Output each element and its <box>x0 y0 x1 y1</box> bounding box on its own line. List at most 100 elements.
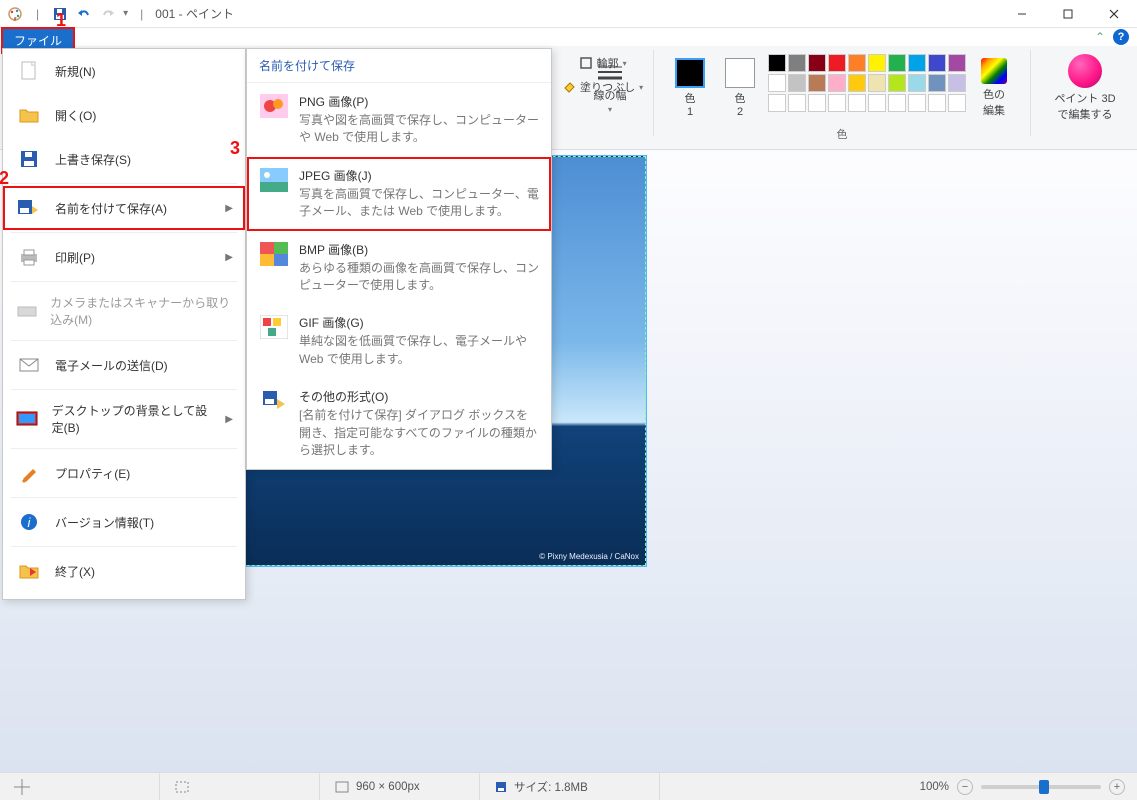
custom-swatch[interactable] <box>888 94 906 112</box>
custom-swatch[interactable] <box>928 94 946 112</box>
save-as-gif[interactable]: GIF 画像(G) 単純な図を低画質で保存し、電子メールや Web で使用します。 <box>247 304 551 378</box>
color1-label: 色 1 <box>685 90 696 118</box>
file-email[interactable]: 電子メールの送信(D) <box>3 343 245 387</box>
save-as-png[interactable]: PNG 画像(P)写真や図を高画質で保存し、コンピューターや Web で使用しま… <box>247 83 551 157</box>
custom-swatch[interactable] <box>768 94 786 112</box>
file-properties-label: プロパティ(E) <box>55 465 130 482</box>
print-icon <box>15 245 43 269</box>
zoom-thumb[interactable] <box>1039 780 1049 794</box>
save-as-bmp[interactable]: BMP 画像(B)あらゆる種類の画像を高画質で保存し、コンピューターで使用します… <box>247 231 551 305</box>
palette-swatch[interactable] <box>788 74 806 92</box>
palette-swatch[interactable] <box>808 54 826 72</box>
palette-swatch[interactable] <box>928 74 946 92</box>
zoom-out-button[interactable]: − <box>957 779 973 795</box>
custom-swatch[interactable] <box>848 94 866 112</box>
qat-dropdown-icon[interactable]: ▾ <box>123 8 128 19</box>
menu-separator <box>11 497 237 498</box>
file-email-label: 電子メールの送信(D) <box>55 357 168 374</box>
minimize-button[interactable] <box>999 0 1045 28</box>
maximize-button[interactable] <box>1045 0 1091 28</box>
file-wallpaper[interactable]: デスクトップの背景として設定(B) ▶ <box>3 392 245 446</box>
save-as-icon <box>15 196 43 220</box>
file-exit-label: 終了(X) <box>55 563 95 580</box>
palette-swatch[interactable] <box>888 74 906 92</box>
selection-icon <box>174 780 190 794</box>
submenu-arrow-icon: ▶ <box>225 203 233 214</box>
file-open[interactable]: 開く(O) <box>3 93 245 137</box>
save-as-other[interactable]: その他の形式(O) [名前を付けて保存] ダイアログ ボックスを開き、指定可能なす… <box>247 378 551 469</box>
color2-swatch <box>725 58 755 88</box>
save-icon <box>15 147 43 171</box>
palette-swatch[interactable] <box>908 74 926 92</box>
dimensions-text: 960 × 600px <box>356 781 420 793</box>
menu-separator <box>11 232 237 233</box>
file-scanner-label: カメラまたはスキャナーから取り込み(M) <box>50 294 233 328</box>
save-as-bmp-title: BMP 画像(B) <box>299 241 539 258</box>
color1-button[interactable]: 色 1 <box>668 52 712 124</box>
file-scanner[interactable]: カメラまたはスキャナーから取り込み(M) <box>3 284 245 338</box>
palette-swatch[interactable] <box>948 74 966 92</box>
paint3d-button[interactable]: ペイント 3D で編集する <box>1045 52 1125 124</box>
properties-icon <box>15 461 43 485</box>
palette-swatch[interactable] <box>828 54 846 72</box>
undo-icon[interactable] <box>75 5 93 23</box>
wallpaper-icon <box>15 407 40 431</box>
close-button[interactable] <box>1091 0 1137 28</box>
bmp-icon <box>259 241 289 267</box>
cursor-position-segment <box>0 773 160 800</box>
custom-swatch[interactable] <box>828 94 846 112</box>
palette-swatch[interactable] <box>868 54 886 72</box>
save-as-other-title: その他の形式(O) <box>299 388 539 405</box>
new-icon <box>15 59 43 83</box>
annotation-2: 2 <box>0 168 9 189</box>
palette-swatch[interactable] <box>928 54 946 72</box>
ribbon-collapse-icon[interactable]: ⌃ <box>1095 30 1105 44</box>
menu-separator <box>11 340 237 341</box>
custom-swatch[interactable] <box>908 94 926 112</box>
custom-swatch[interactable] <box>868 94 886 112</box>
palette-swatch[interactable] <box>868 74 886 92</box>
palette-swatch[interactable] <box>848 54 866 72</box>
palette-swatch[interactable] <box>888 54 906 72</box>
palette-swatch[interactable] <box>808 74 826 92</box>
save-as-gif-desc: 単純な図を低画質で保存し、電子メールや Web で使用します。 <box>299 333 539 368</box>
file-properties[interactable]: プロパティ(E) <box>3 451 245 495</box>
custom-swatch[interactable] <box>788 94 806 112</box>
menu-separator <box>11 389 237 390</box>
qat-separator: | <box>36 7 39 21</box>
line-width-label: 線の幅 <box>594 87 627 103</box>
file-open-label: 開く(O) <box>55 107 96 124</box>
palette-swatch[interactable] <box>828 74 846 92</box>
color2-button[interactable]: 色 2 <box>718 52 762 124</box>
palette-swatch[interactable] <box>768 74 786 92</box>
zoom-slider[interactable] <box>981 785 1101 789</box>
file-wallpaper-label: デスクトップの背景として設定(B) <box>52 402 214 436</box>
custom-swatch[interactable] <box>808 94 826 112</box>
line-width-button[interactable]: 線の幅 ▾ <box>581 52 639 124</box>
filesize-icon <box>494 780 508 794</box>
color1-swatch <box>675 58 705 88</box>
help-icon[interactable]: ? <box>1113 29 1129 45</box>
palette-swatch[interactable] <box>908 54 926 72</box>
file-save[interactable]: 上書き保存(S) <box>3 137 245 181</box>
file-exit[interactable]: 終了(X) <box>3 549 245 593</box>
palette-swatch[interactable] <box>788 54 806 72</box>
about-icon: i <box>15 510 43 534</box>
file-save-as[interactable]: 名前を付けて保存(A) ▶ <box>3 186 245 230</box>
palette-swatch[interactable] <box>848 74 866 92</box>
redo-icon <box>99 5 117 23</box>
edit-colors-button[interactable]: 色の 編集 <box>972 52 1016 124</box>
title-separator: | <box>140 7 143 21</box>
save-as-jpeg[interactable]: JPEG 画像(J)写真を高画質で保存し、コンピューター、電子メール、または W… <box>247 157 551 231</box>
palette-swatch[interactable] <box>948 54 966 72</box>
zoom-in-button[interactable]: + <box>1109 779 1125 795</box>
jpeg-icon <box>259 167 289 193</box>
paint3d-label: ペイント 3D で編集する <box>1054 90 1115 122</box>
palette-swatch[interactable] <box>768 54 786 72</box>
save-as-other-desc: [名前を付けて保存] ダイアログ ボックスを開き、指定可能なすべてのファイルの種… <box>299 407 539 459</box>
file-about[interactable]: i バージョン情報(T) <box>3 500 245 544</box>
file-new[interactable]: 新規(N) <box>3 49 245 93</box>
custom-swatch[interactable] <box>948 94 966 112</box>
file-print[interactable]: 印刷(P) ▶ <box>3 235 245 279</box>
save-as-gif-title: GIF 画像(G) <box>299 314 539 331</box>
